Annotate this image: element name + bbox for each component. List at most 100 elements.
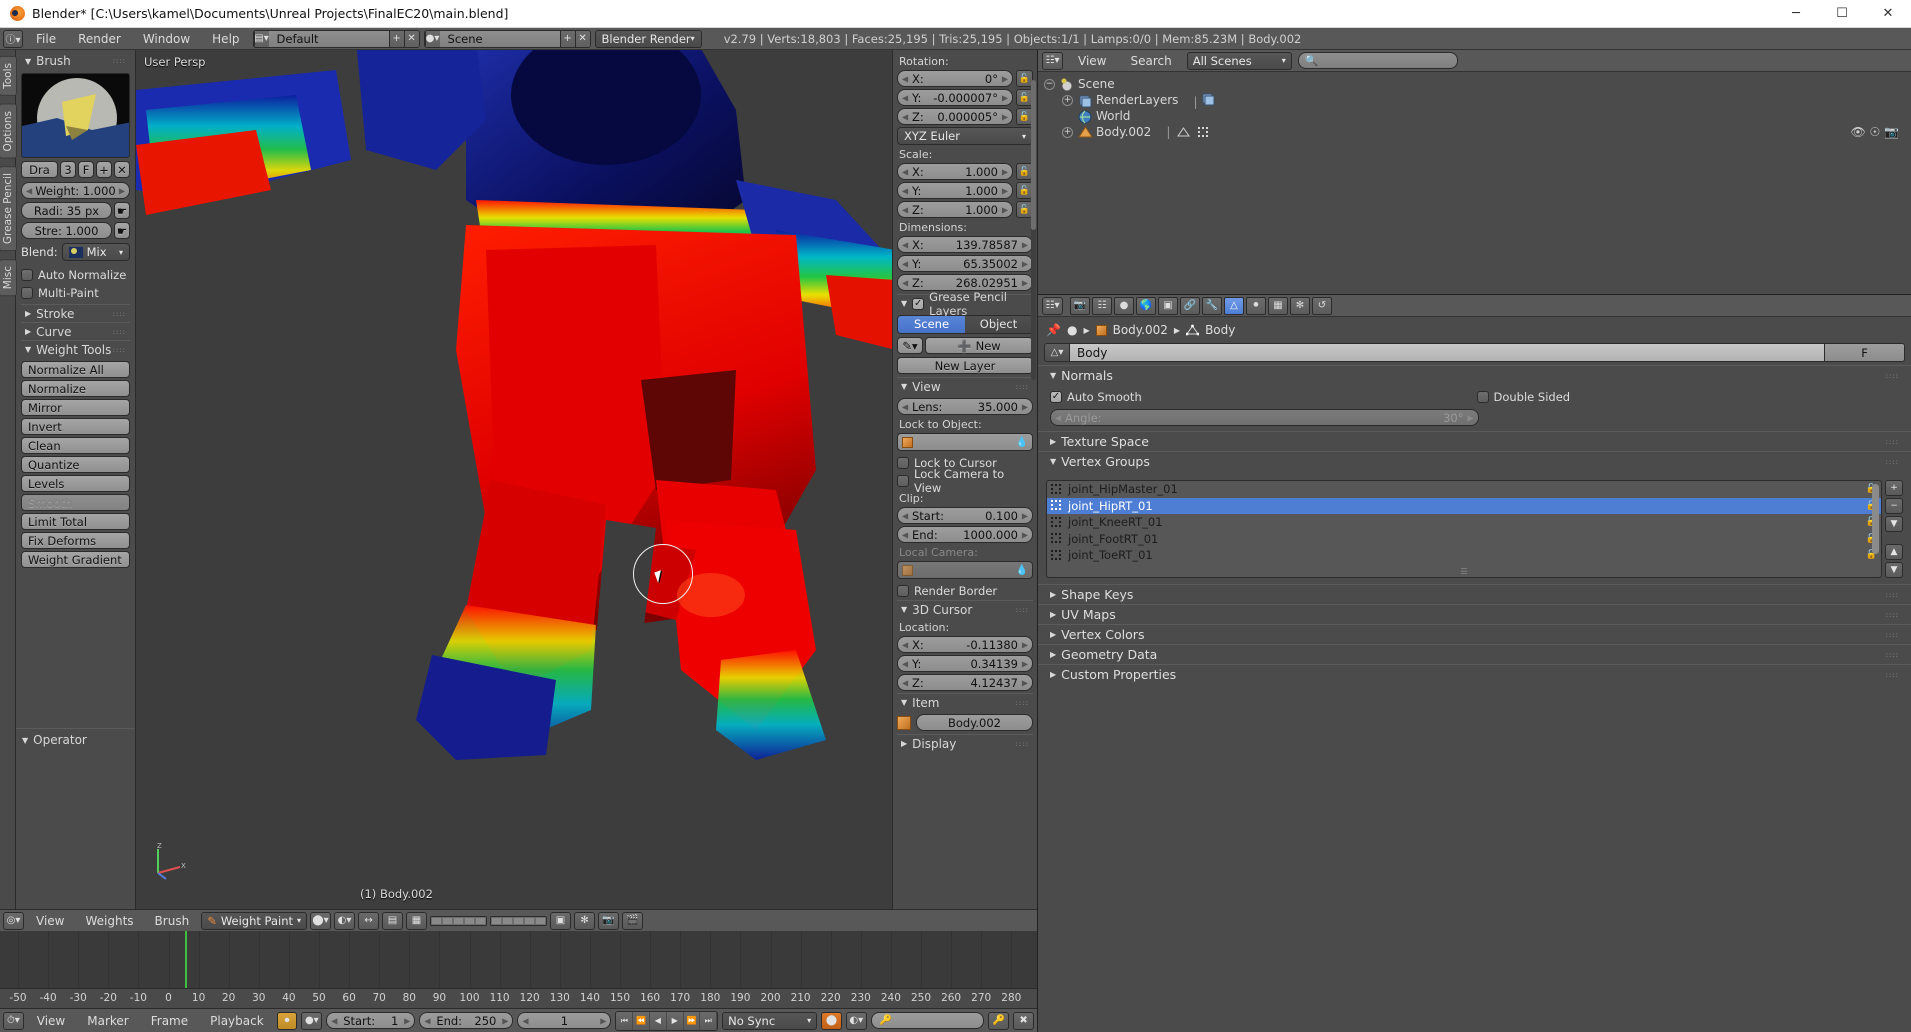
increment-icon[interactable]: ▶ <box>1022 530 1028 539</box>
lens-field[interactable]: ◀ Lens: 35.000 ▶ <box>897 398 1033 415</box>
editor-type-outliner-icon[interactable]: ☷▾ <box>1042 51 1063 70</box>
outliner-row-renderlayers[interactable]: + RenderLayers | <box>1044 92 1911 109</box>
weight-tool-clean-button[interactable]: Clean <box>21 437 130 454</box>
render-border-checkbox[interactable] <box>897 584 909 597</box>
increment-icon[interactable]: ▶ <box>1002 167 1008 176</box>
increment-icon[interactable]: ▶ <box>1022 402 1028 411</box>
texture-space-panel-header[interactable]: ▶ Texture Space :::: <box>1046 432 1903 451</box>
add-vertex-group-button[interactable]: + <box>1885 480 1903 496</box>
decrement-icon[interactable]: ◀ <box>902 186 908 195</box>
rotation-x-field[interactable]: ◀ X: 0° ▶ <box>897 70 1013 87</box>
outliner-row-body-002[interactable]: + Body.002 | 👁 ☉ 📷 <box>1044 124 1911 140</box>
decrement-icon[interactable]: ◀ <box>902 259 908 268</box>
outliner-tree[interactable]: − Scene + RenderLayers | World + Body.002 | 👁 ☉… <box>1038 72 1911 294</box>
increment-icon[interactable]: ▶ <box>502 1016 508 1025</box>
decrement-icon[interactable]: ◀ <box>902 74 908 83</box>
3d-viewport[interactable]: User Persp (1) Body.002 Z X <box>136 50 892 909</box>
interaction-mode-selector[interactable]: ✎ Weight Paint ▾ <box>201 911 308 930</box>
geometry-data-panel-header[interactable]: ▶ Geometry Data:::: <box>1046 645 1903 664</box>
blend-mode-dropdown[interactable]: Mix ▾ <box>61 243 130 261</box>
increment-icon[interactable]: ▶ <box>404 1016 410 1025</box>
grease-pencil-source-toggle[interactable]: Scene Object <box>897 315 1033 334</box>
properties-tab-constraints-icon[interactable]: 🔗 <box>1180 296 1200 315</box>
shape-keys-panel-header[interactable]: ▶ Shape Keys:::: <box>1046 585 1903 604</box>
gp-new-layer-button[interactable]: New Layer <box>897 357 1033 374</box>
view-panel-header[interactable]: ▼ View :::: <box>897 377 1033 395</box>
timeline-ruler[interactable]: -50 -40 -30 -20 -10 0 10 20 30 40 50 60 70 80 90 100 110… <box>0 988 1037 1008</box>
scene-selector[interactable]: ●▾ Scene + ✕ <box>423 29 591 48</box>
scale-z-field[interactable]: ◀ Z: 1.000 ▶ <box>897 201 1013 218</box>
grease-pencil-enable-checkbox[interactable]: ✓ <box>912 297 925 310</box>
current-frame-field[interactable]: ◀ 1 ▶ <box>517 1012 612 1029</box>
double-sided-checkbox[interactable] <box>1476 390 1489 403</box>
next-keyframe-button[interactable]: ⏩ <box>683 1011 701 1030</box>
increment-icon[interactable]: ▶ <box>600 1016 606 1025</box>
increment-icon[interactable]: ▶ <box>1022 659 1028 668</box>
increment-icon[interactable]: ▶ <box>1002 74 1008 83</box>
play-reverse-button[interactable]: ◀ <box>649 1011 667 1030</box>
tab-grease-pencil[interactable]: Grease Pencil <box>0 166 17 252</box>
local-camera-field[interactable]: 💧 <box>897 561 1033 579</box>
scale-y-field[interactable]: ◀ Y: 1.000 ▶ <box>897 182 1013 199</box>
breadcrumb-mesh[interactable]: Body <box>1205 323 1235 337</box>
display-panel-header[interactable]: ▶ Display :::: <box>897 734 1033 752</box>
only-selected-channels-toggle[interactable]: ◐▾ <box>845 1011 867 1030</box>
menu-playback[interactable]: Playback <box>201 1012 273 1030</box>
increment-icon[interactable]: ▶ <box>1022 240 1028 249</box>
properties-tab-world-icon[interactable]: 🌎 <box>1136 296 1156 315</box>
end-frame-field[interactable]: ◀ End: 250 ▶ <box>419 1012 514 1029</box>
properties-tab-material-icon[interactable]: ⚫ <box>1246 296 1266 315</box>
auto-normalize-row[interactable]: Auto Normalize <box>21 266 130 283</box>
outliner-menu-search[interactable]: Search <box>1121 52 1180 70</box>
layer-cell[interactable] <box>453 916 465 925</box>
snap-toggle-icon[interactable]: ✻ <box>574 911 596 930</box>
increment-icon[interactable]: ▶ <box>1022 640 1028 649</box>
increment-icon[interactable]: ▶ <box>1022 278 1028 287</box>
menu-help[interactable]: Help <box>203 30 248 48</box>
decrement-icon[interactable]: ◀ <box>902 240 908 249</box>
brush-radius-slider[interactable]: Radi: 35 px <box>21 202 112 219</box>
scale-x-field[interactable]: ◀ X: 1.000 ▶ <box>897 163 1013 180</box>
render-border-row[interactable]: Render Border <box>897 582 1033 599</box>
resize-grip-icon[interactable]: ☰ <box>1460 567 1467 576</box>
gp-datablock-icon[interactable]: ✎▾ <box>897 337 923 354</box>
brush-weight-slider[interactable]: ◀ Weight: 1.000 ▶ <box>21 182 130 199</box>
dimension-z-field[interactable]: ◀ Z: 268.02951 ▶ <box>897 274 1033 291</box>
decrement-icon[interactable]: ◀ <box>902 659 908 668</box>
outliner-menu-view[interactable]: View <box>1069 52 1115 70</box>
grease-pencil-layers-header[interactable]: ▼ ✓ Grease Pencil Layers <box>897 290 1033 318</box>
eyedropper-icon[interactable]: 💧 <box>1016 437 1028 448</box>
outliner-row-world[interactable]: World <box>1044 108 1911 124</box>
decrement-icon[interactable]: ◀ <box>902 278 908 287</box>
pivot-point-selector[interactable]: ◐▾ <box>334 911 356 930</box>
outliner-search-input[interactable]: 🔍 <box>1297 52 1458 69</box>
uv-maps-panel-header[interactable]: ▶ UV Maps:::: <box>1046 605 1903 624</box>
increment-icon[interactable]: ▶ <box>119 186 125 195</box>
increment-icon[interactable]: ▶ <box>1002 205 1008 214</box>
increment-icon[interactable]: ▶ <box>1022 259 1028 268</box>
properties-tab-object-icon[interactable]: ▣ <box>1158 296 1178 315</box>
fake-user-button[interactable]: F <box>1825 343 1905 362</box>
editor-type-timeline-icon[interactable]: ⏱▾ <box>3 1011 24 1030</box>
delete-keyframe-button[interactable]: ✖ <box>1013 1011 1034 1030</box>
breadcrumb-object[interactable]: Body.002 <box>1113 323 1168 337</box>
operator-panel-header[interactable]: ▼ Operator <box>16 731 135 749</box>
close-button[interactable]: ✕ <box>1865 0 1911 28</box>
menu-marker[interactable]: Marker <box>78 1012 137 1030</box>
maximize-button[interactable]: ☐ <box>1819 0 1865 28</box>
vertex-colors-panel-header[interactable]: ▶ Vertex Colors:::: <box>1046 625 1903 644</box>
multi-paint-row[interactable]: Multi-Paint <box>21 284 130 301</box>
vertex-group-row[interactable]: joint_ToeRT_01 🔓 <box>1047 547 1881 564</box>
custom-properties-panel-header[interactable]: ▶ Custom Properties:::: <box>1046 665 1903 684</box>
insert-keyframe-button[interactable]: 🔑 <box>988 1011 1010 1030</box>
auto-keyframe-toggle[interactable]: ⏺ <box>276 1011 298 1030</box>
double-sided-row[interactable]: Double Sided <box>1476 388 1570 405</box>
timeline-canvas[interactable] <box>0 931 1037 988</box>
move-vertex-group-up-button[interactable]: ▲ <box>1885 544 1903 560</box>
tab-tools[interactable]: Tools <box>0 56 17 96</box>
pin-icon[interactable]: 📌 <box>1046 323 1061 337</box>
vertex-group-row[interactable]: joint_HipMaster_01🔓 <box>1047 481 1881 498</box>
increment-icon[interactable]: ▶ <box>1002 186 1008 195</box>
screen-layout-icon[interactable]: ▤▾ <box>253 30 269 47</box>
rotation-y-field[interactable]: ◀ Y: -0.000007° ▶ <box>897 89 1013 106</box>
